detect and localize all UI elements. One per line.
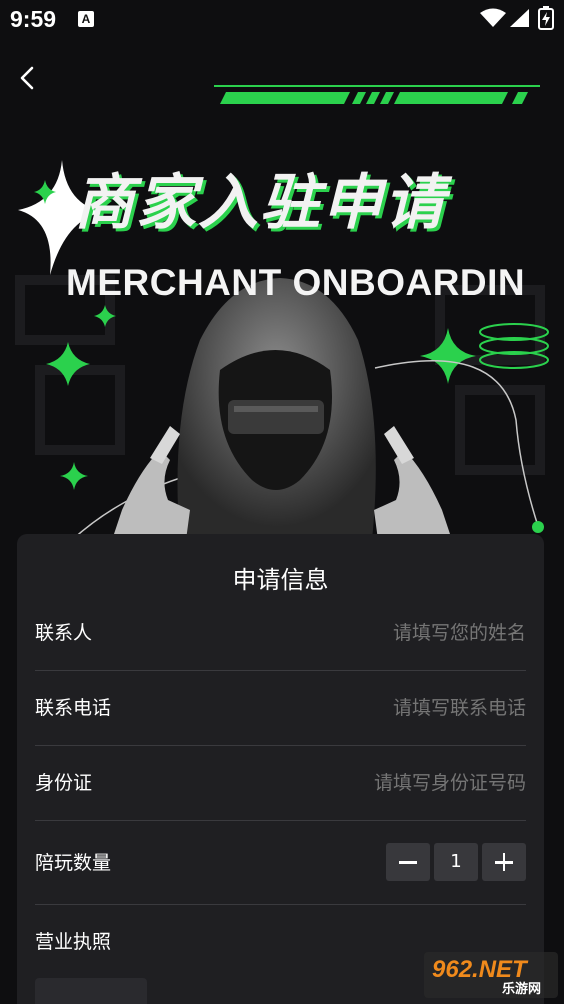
id-card-row: 身份证 bbox=[35, 746, 526, 821]
quantity-value[interactable]: 1 bbox=[434, 843, 478, 881]
increment-button[interactable] bbox=[482, 843, 526, 881]
battery-icon bbox=[538, 6, 554, 30]
watermark-brand: 962.NET bbox=[432, 956, 529, 983]
wifi-icon bbox=[480, 8, 506, 27]
contact-name-input[interactable] bbox=[226, 596, 526, 671]
hero-title-en: MERCHANT ONBOARDIN bbox=[66, 262, 526, 303]
business-license-label: 营业执照 bbox=[35, 931, 112, 953]
quantity-stepper: 1 bbox=[386, 843, 526, 881]
notification-icon: A bbox=[78, 11, 94, 27]
contact-phone-label: 联系电话 bbox=[35, 697, 112, 719]
back-button[interactable] bbox=[12, 62, 44, 94]
chevron-left-icon bbox=[20, 66, 34, 90]
contact-name-label: 联系人 bbox=[35, 622, 93, 644]
status-time: 9:59 bbox=[10, 6, 57, 32]
companion-count-row: 陪玩数量 1 bbox=[35, 821, 526, 905]
contact-phone-row: 联系电话 bbox=[35, 671, 526, 746]
form-title: 申请信息 bbox=[232, 566, 329, 594]
license-upload-box[interactable] bbox=[35, 978, 147, 1004]
watermark-sub: 乐游网 bbox=[502, 981, 541, 997]
contact-phone-input[interactable] bbox=[226, 671, 526, 746]
decrement-button[interactable] bbox=[386, 843, 430, 881]
watermark-logo: 962.NET 乐游网 bbox=[424, 952, 558, 998]
hero-banner: 商家入驻申请 MERCHANT ONBOARDIN bbox=[0, 40, 564, 540]
id-card-input[interactable] bbox=[226, 746, 526, 821]
signal-icon bbox=[510, 9, 529, 27]
contact-name-row: 联系人 bbox=[35, 596, 526, 671]
companion-count-label: 陪玩数量 bbox=[35, 852, 112, 874]
hero-title-cn: 商家入驻申请 bbox=[74, 168, 446, 238]
status-bar: 9:59 A bbox=[0, 0, 564, 40]
id-card-label: 身份证 bbox=[35, 772, 93, 794]
application-form-card: 申请信息 联系人 联系电话 身份证 陪玩数量 1 营业执照 bbox=[17, 534, 544, 1004]
